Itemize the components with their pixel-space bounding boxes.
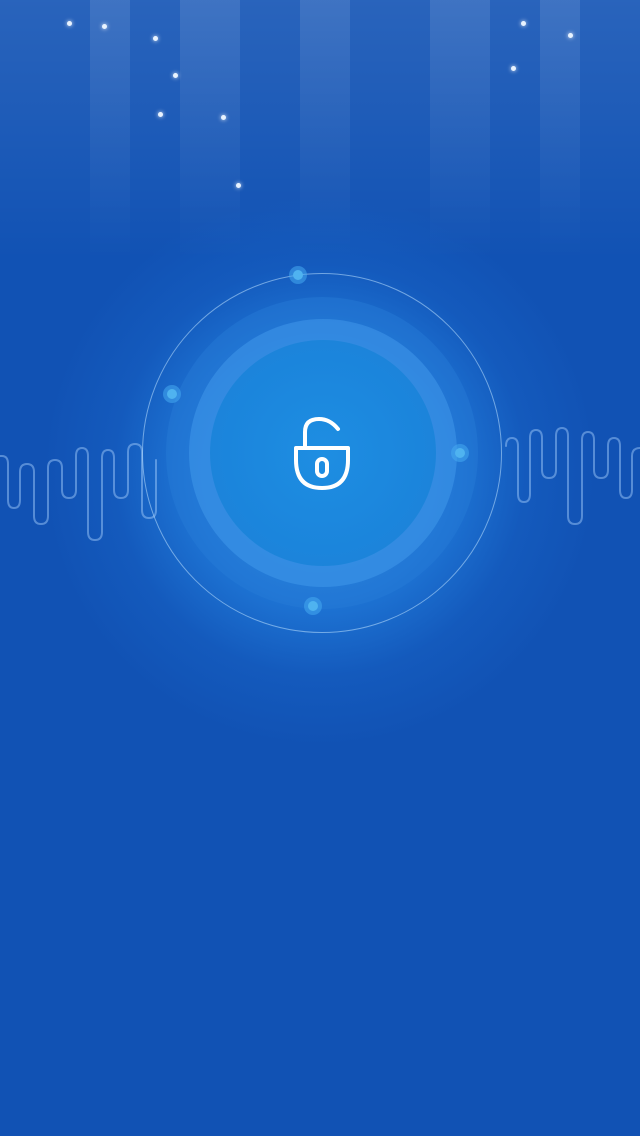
orbit-dot-icon [451, 444, 469, 462]
sound-wave-left [0, 443, 157, 541]
unlock-icon [294, 417, 350, 490]
unlock-button[interactable] [290, 414, 354, 494]
orbit-dot-icon [304, 597, 322, 615]
orbit-dot-icon [163, 385, 181, 403]
orbit-dot-icon [289, 266, 307, 284]
sound-wave-right [505, 427, 640, 525]
unlock-screen [0, 0, 640, 1136]
